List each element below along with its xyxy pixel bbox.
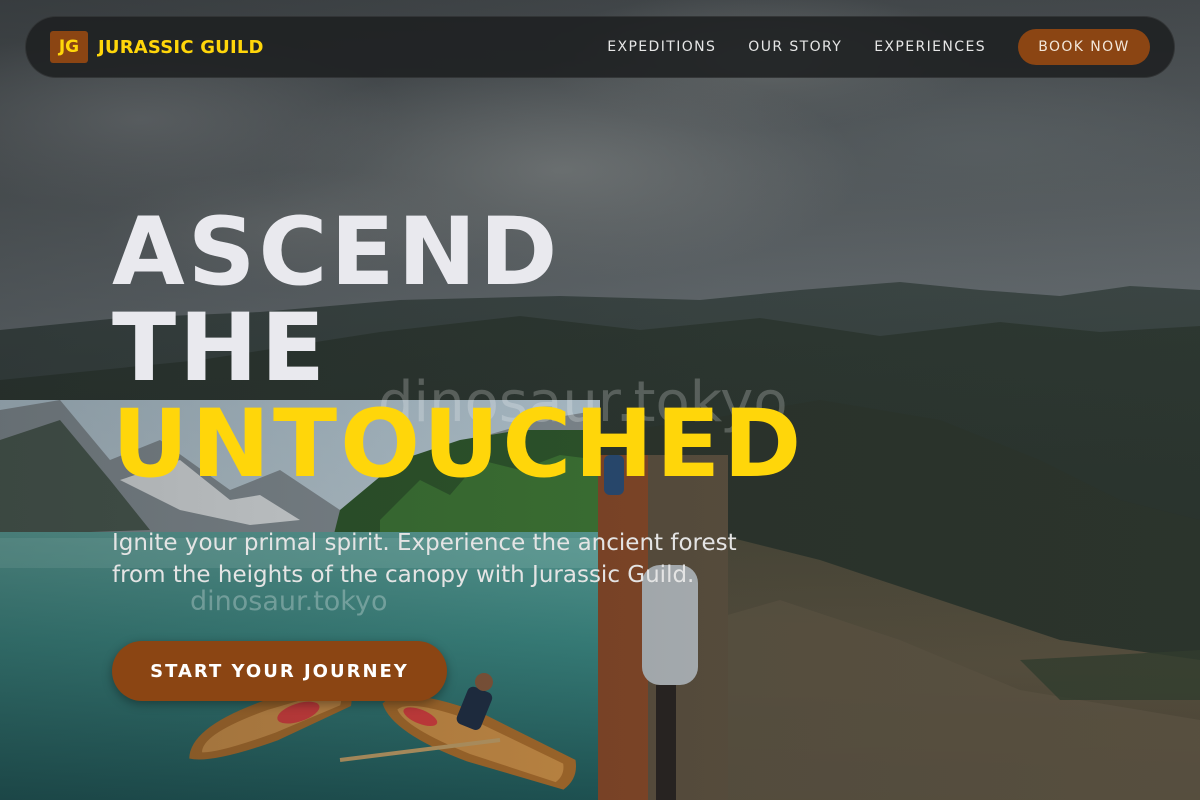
book-now-button[interactable]: BOOK NOW [1018,29,1150,65]
brand-name: JURASSIC GUILD [98,36,264,58]
page: dinosaur.tokyo dinosaur.tokyo JG JURASSI… [0,0,1200,800]
hero-title-accent-line: UNTOUCHED [112,390,805,499]
nav-link-experiences[interactable]: EXPERIENCES [874,39,986,55]
nav-links: EXPEDITIONS OUR STORY EXPERIENCES BOOK N… [607,29,1150,65]
brand-home-link[interactable]: JG JURASSIC GUILD [50,31,264,63]
hero-title-line: THE [112,294,329,403]
top-navigation-bar: JG JURASSIC GUILD EXPEDITIONS OUR STORY … [25,16,1175,78]
start-journey-button[interactable]: START YOUR JOURNEY [112,641,447,701]
hero-section: ASCEND THE UNTOUCHED Ignite your primal … [112,205,832,701]
brand-logo: JG [50,31,88,63]
hero-title: ASCEND THE UNTOUCHED [112,205,832,493]
hero-title-line: ASCEND [112,198,561,307]
nav-link-expeditions[interactable]: EXPEDITIONS [607,39,716,55]
hero-subtitle: Ignite your primal spirit. Experience th… [112,530,737,588]
nav-link-our-story[interactable]: OUR STORY [748,39,842,55]
